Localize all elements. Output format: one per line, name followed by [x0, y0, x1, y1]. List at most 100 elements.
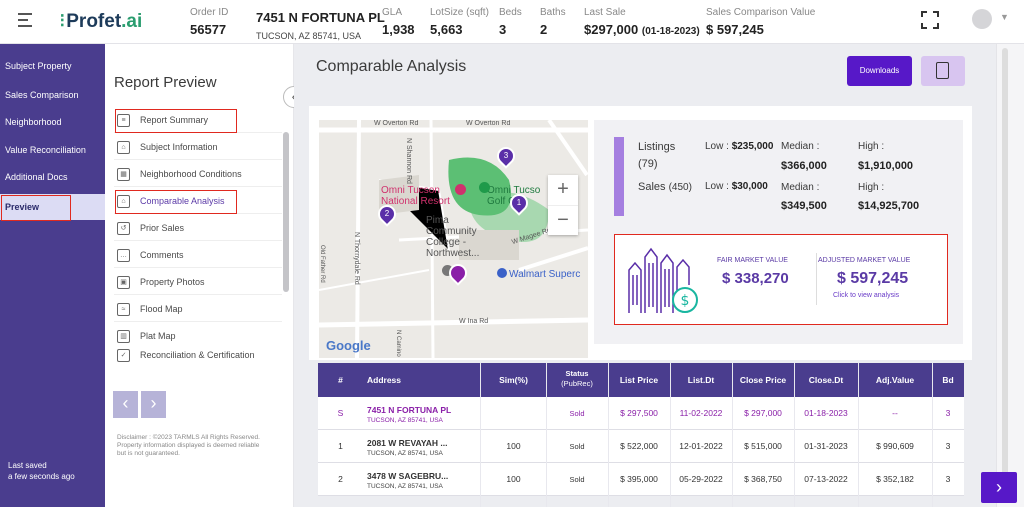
cell-index: 1 [338, 441, 343, 451]
sidebar-item-preview[interactable]: Preview [0, 194, 105, 221]
last-saved-status: Last saved a few seconds ago [8, 461, 75, 481]
cell-status: Sold [569, 409, 585, 418]
cell-close-date: 01-18-2023 [804, 408, 848, 418]
lotsize-field: LotSize (sqft) 5,663 [430, 7, 489, 37]
col-bd[interactable]: Bd [932, 363, 964, 397]
table-header: # Address Sim(%) Status (PubRec) List Pri… [318, 363, 964, 397]
column-divider [670, 363, 671, 507]
app-logo[interactable]: ⫶ Profet.ai [60, 11, 142, 33]
fmv-value: $ 338,270 [722, 270, 789, 287]
col-address[interactable]: Address [363, 363, 481, 397]
col-status[interactable]: Status (PubRec) [546, 363, 608, 397]
report-item-comparable-analysis[interactable]: ⌂ Comparable Analysis [114, 190, 282, 214]
comment-icon: … [117, 249, 130, 262]
comparables-table: # Address Sim(%) Status (PubRec) List Pri… [318, 363, 964, 507]
cell-close-date: 07-13-2022 [804, 474, 848, 484]
calculator-button[interactable] [921, 56, 965, 86]
listings-high: $1,910,000 [858, 160, 914, 172]
col-list-price[interactable]: List Price [608, 363, 670, 397]
report-item-reconciliation[interactable]: ✓ Reconciliation & Certification [114, 344, 282, 368]
col-list-date[interactable]: List.Dt [670, 363, 732, 397]
zoom-out-button[interactable]: − [548, 205, 578, 235]
certificate-icon: ✓ [117, 349, 130, 362]
sales-comparison-value-field: Sales Comparison Value $ 597,245 [706, 7, 816, 37]
report-scrollbar[interactable] [283, 132, 289, 292]
cell-bd: 3 [945, 441, 951, 451]
cell-bd: 3 [945, 474, 951, 484]
report-item-property-photos[interactable]: ▣ Property Photos [114, 271, 282, 295]
map-label-walmart: Walmart Superc [509, 269, 581, 280]
table-row[interactable]: 2 3478 W SAGEBRU... TUCSON, AZ 85741, USA… [318, 463, 964, 496]
gla-field: GLA 1,938 [382, 7, 415, 37]
beds-field: Beds 3 [499, 7, 522, 37]
cell-list-date: 11-02-2022 [679, 408, 723, 418]
history-icon: ↺ [117, 222, 130, 235]
map-label-pima: Pima Community College - Northwest... [426, 215, 480, 259]
cell-address: 3478 W SAGEBRU... TUCSON, AZ 85741, USA [367, 471, 449, 490]
col-close-date[interactable]: Close.Dt [794, 363, 858, 397]
sidebar-item-neighborhood[interactable]: Neighborhood [0, 109, 105, 135]
hamburger-icon[interactable] [18, 13, 32, 31]
column-divider [480, 363, 481, 507]
table-row[interactable]: 1 2081 W REVAYAH ... TUCSON, AZ 85741, US… [318, 430, 964, 463]
flood-icon: ≈ [117, 303, 130, 316]
map-label-overton-1: W Overton Rd [374, 120, 419, 127]
report-item-summary[interactable]: ≡ Report Summary [114, 109, 282, 133]
report-item-neighborhood-conditions[interactable]: ▦ Neighborhood Conditions [114, 163, 282, 187]
google-logo: Google [326, 338, 371, 353]
col-sim[interactable]: Sim(%) [481, 363, 546, 397]
table-row-subject[interactable]: S 7451 N FORTUNA PL TUCSON, AZ 85741, USA… [318, 397, 964, 430]
cell-bd: 3 [945, 408, 951, 418]
cell-adj-value: -- [892, 408, 898, 418]
view-analysis-link[interactable]: Click to view analysis [833, 292, 899, 299]
report-item-prior-sales[interactable]: ↺ Prior Sales [114, 217, 282, 241]
cell-sim: 100 [506, 474, 521, 484]
last-sale-field: Last Sale $297,000 (01-18-2023) [584, 7, 700, 37]
map-label-thornydale: N Thornydale Rd [353, 232, 360, 285]
comparables-map[interactable]: W Overton Rd W Overton Rd N Shannon Rd N… [319, 120, 588, 358]
col-close-price[interactable]: Close Price [732, 363, 794, 397]
sidebar-item-additional-docs[interactable]: Additional Docs [0, 164, 105, 190]
sidebar: Subject Property Sales Comparison Neighb… [0, 44, 105, 507]
chevron-down-icon[interactable]: ▼ [1000, 12, 1009, 22]
map-label-resort: Omni Tucson National Resort [381, 185, 450, 207]
report-item-subject-information[interactable]: ⌂ Subject Information [114, 136, 282, 160]
report-item-comments[interactable]: … Comments [114, 244, 282, 268]
order-id-field: Order ID 56577 [190, 7, 229, 37]
buildings-icon: ▦ [117, 168, 130, 181]
report-item-flood-map[interactable]: ≈ Flood Map [114, 298, 282, 322]
avatar[interactable] [972, 9, 992, 29]
baths-field: Baths 2 [540, 7, 566, 37]
next-step-button[interactable]: › [981, 472, 1017, 503]
map-label-ina: W Ina Rd [459, 318, 489, 325]
plat-map-icon: ▥ [117, 330, 130, 343]
cell-index: S [337, 408, 344, 418]
cell-status: Sold [569, 442, 585, 451]
value-divider [816, 253, 817, 305]
sidebar-item-subject-property[interactable]: Subject Property [0, 53, 105, 79]
listings-count: (79) [638, 158, 658, 170]
photo-icon: ▣ [117, 276, 130, 289]
column-divider [608, 363, 609, 507]
report-preview-title: Report Preview [114, 74, 217, 91]
col-adj-value[interactable]: Adj.Value [858, 363, 932, 397]
report-prev-button[interactable]: ‹ [113, 391, 138, 418]
cell-list-date: 12-01-2022 [679, 441, 723, 451]
page-scrollbar[interactable] [1002, 48, 1008, 478]
cell-adj-value: $ 990,609 [876, 441, 914, 451]
listings-median-label: Median : [781, 141, 820, 152]
home-icon: ⌂ [117, 141, 130, 154]
walmart-marker-icon [497, 268, 507, 278]
fullscreen-icon[interactable] [921, 11, 939, 29]
calculator-icon [936, 62, 949, 79]
cell-close-price: $ 515,000 [744, 441, 782, 451]
downloads-button[interactable]: Downloads [847, 56, 912, 86]
sidebar-item-sales-comparison[interactable]: Sales Comparison [0, 82, 105, 108]
cell-address: 2081 W REVAYAH ... TUCSON, AZ 85741, USA [367, 438, 448, 457]
column-divider [732, 363, 733, 507]
map-label-overton-2: W Overton Rd [466, 120, 511, 127]
market-value-box: $ FAIR MARKET VALUE $ 338,270 ADJUSTED M… [614, 234, 948, 325]
zoom-in-button[interactable]: + [548, 175, 578, 205]
sidebar-item-value-reconciliation[interactable]: Value Reconciliation [0, 137, 105, 163]
report-next-button[interactable]: › [141, 391, 166, 418]
